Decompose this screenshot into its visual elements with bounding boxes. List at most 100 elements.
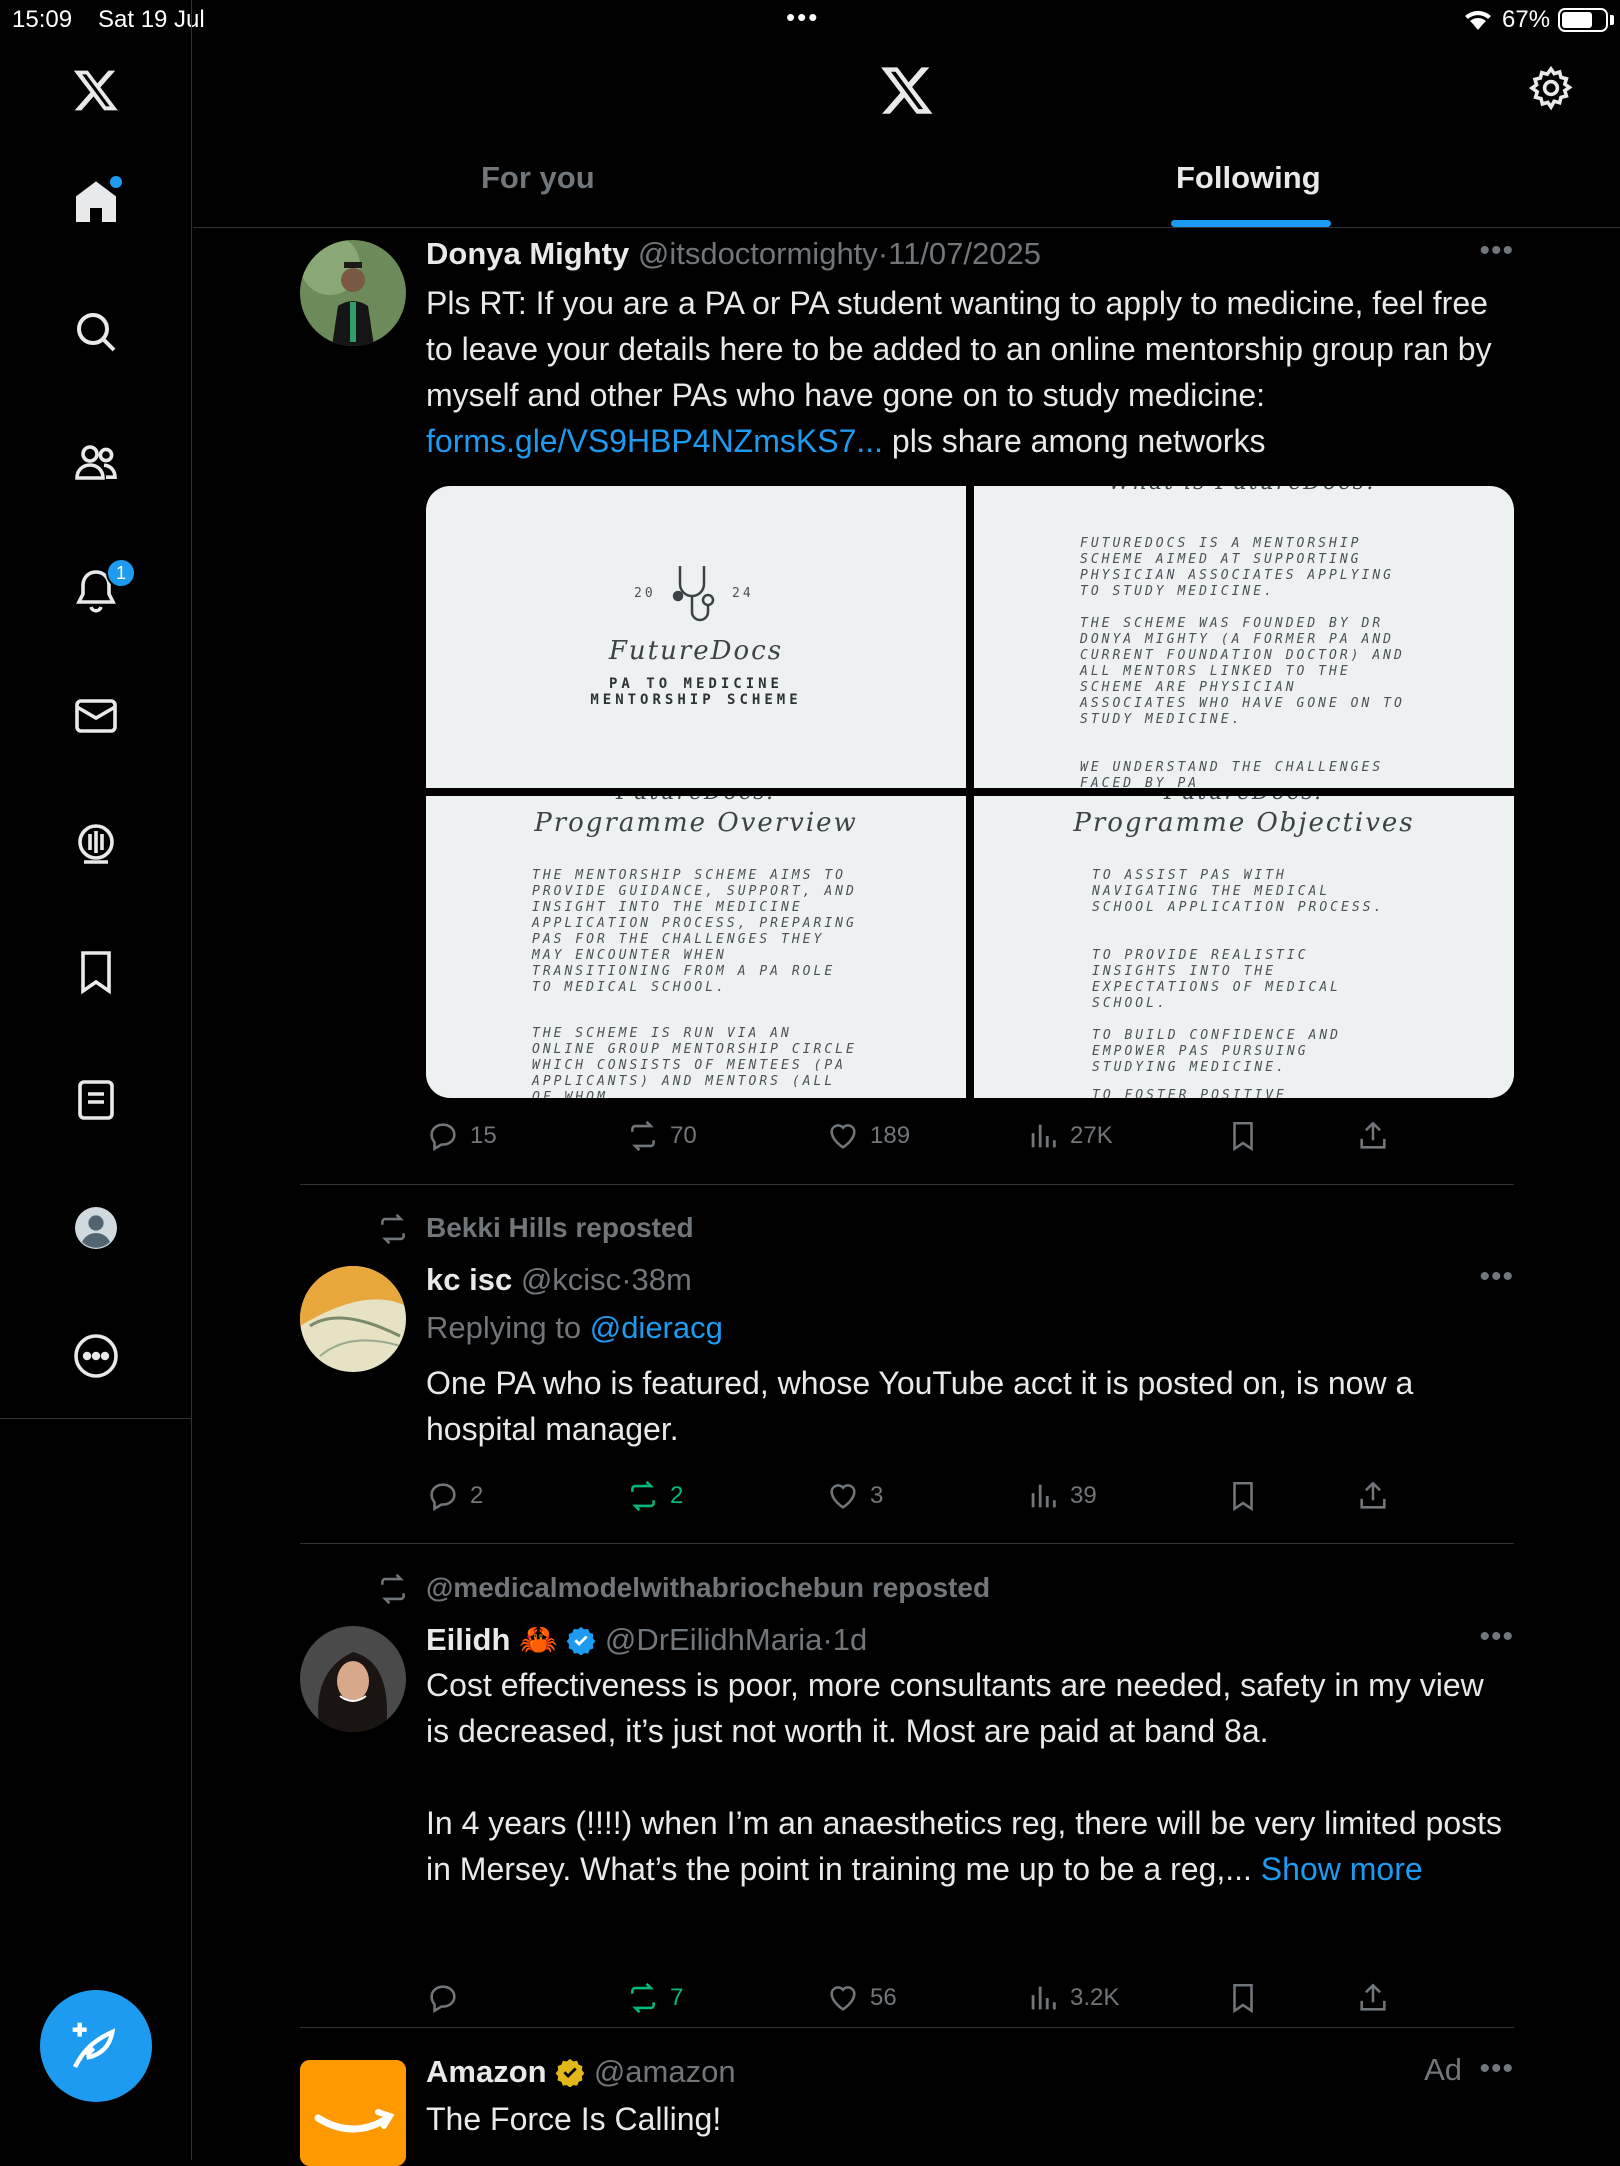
settings-gear-icon[interactable] bbox=[1527, 64, 1575, 112]
handle[interactable]: @kcisc bbox=[521, 1262, 621, 1297]
display-name[interactable]: Donya Mighty bbox=[426, 236, 629, 271]
tweet-media-grid[interactable]: 20 24 FutureDocs PA TO MEDICINE MENTORSH… bbox=[426, 486, 1514, 1098]
handle[interactable]: @DrEilidhMaria bbox=[605, 1622, 823, 1657]
tweet-more-icon[interactable]: ••• bbox=[1479, 234, 1514, 268]
heart-icon bbox=[830, 1484, 856, 1509]
reposted-by[interactable]: @medicalmodelwithabriochebun reposted bbox=[426, 1572, 990, 1604]
handle[interactable]: @itsdoctormighty bbox=[638, 236, 878, 271]
heart-icon bbox=[830, 1986, 856, 2011]
share-button[interactable] bbox=[1356, 1978, 1390, 2018]
bookmark-button[interactable] bbox=[1226, 1116, 1260, 1156]
reposted-by[interactable]: Bekki Hills reposted bbox=[426, 1212, 694, 1244]
reply-icon bbox=[430, 1483, 456, 1512]
reply-icon bbox=[430, 1123, 456, 1152]
display-name[interactable]: Amazon bbox=[426, 2054, 547, 2089]
share-icon bbox=[1360, 1121, 1386, 1149]
tweet-link[interactable]: forms.gle/VS9HBP4NZmsKS7... bbox=[426, 423, 883, 459]
reply-button[interactable]: 15 bbox=[426, 1116, 497, 1156]
more-options-icon[interactable] bbox=[66, 1326, 126, 1386]
tweet-actions: 2 2 3 39 bbox=[426, 1476, 1426, 1516]
display-name[interactable]: Eilidh bbox=[426, 1622, 510, 1657]
tweet-text: One PA who is featured, whose YouTube ac… bbox=[426, 1365, 1414, 1447]
repost-button[interactable]: 2 bbox=[626, 1476, 683, 1516]
timestamp[interactable]: 1d bbox=[833, 1622, 867, 1657]
divider bbox=[300, 1184, 1514, 1185]
search-icon[interactable] bbox=[66, 302, 126, 362]
bookmark-icon bbox=[1233, 1481, 1253, 1512]
replying-to-link[interactable]: @dieracg bbox=[590, 1310, 723, 1345]
views-button[interactable]: 27K bbox=[1026, 1116, 1113, 1156]
repost-icon bbox=[631, 1120, 655, 1152]
tweet[interactable]: Amazon @amazon ••• The Force Is Calling!… bbox=[300, 2050, 1514, 2166]
replying-to: Replying to @dieracg bbox=[426, 1310, 723, 1345]
x-logo-icon[interactable] bbox=[66, 60, 126, 120]
stethoscope-icon bbox=[672, 566, 715, 622]
tweet-text: The Force Is Calling! bbox=[426, 2101, 722, 2137]
bookmark-button[interactable] bbox=[1226, 1476, 1260, 1516]
tweet-more-icon[interactable]: ••• bbox=[1479, 1260, 1514, 1294]
profile-icon[interactable] bbox=[66, 1198, 126, 1258]
views-icon bbox=[1031, 1124, 1056, 1148]
divider bbox=[300, 1543, 1514, 1544]
like-button[interactable]: 56 bbox=[826, 1978, 897, 2018]
repost-icon bbox=[381, 1213, 405, 1245]
repost-button[interactable]: 70 bbox=[626, 1116, 697, 1156]
verified-badge-icon[interactable] bbox=[566, 1625, 596, 1656]
bookmark-button[interactable] bbox=[1226, 1978, 1260, 2018]
avatar[interactable] bbox=[300, 240, 406, 346]
share-button[interactable] bbox=[1356, 1116, 1390, 1156]
share-icon bbox=[1360, 1481, 1386, 1509]
repost-icon bbox=[381, 1573, 405, 1605]
tweet[interactable]: Donya Mighty @itsdoctormighty·11/07/2025… bbox=[300, 234, 1514, 1152]
reply-button[interactable] bbox=[426, 1978, 470, 2018]
tweet[interactable]: Bekki Hills reposted kc isc @kcisc·38m •… bbox=[300, 1210, 1514, 1530]
bookmark-icon bbox=[1233, 1983, 1253, 2014]
active-tab-indicator bbox=[1171, 220, 1331, 227]
media-image-1[interactable]: 20 24 FutureDocs PA TO MEDICINE MENTORSH… bbox=[426, 486, 966, 788]
views-button[interactable]: 39 bbox=[1026, 1476, 1097, 1516]
repost-icon bbox=[631, 1480, 655, 1512]
share-button[interactable] bbox=[1356, 1476, 1390, 1516]
reply-button[interactable]: 2 bbox=[426, 1476, 483, 1516]
tweet[interactable]: @medicalmodelwithabriochebun reposted Ei… bbox=[300, 1570, 1514, 2014]
timeline-header: For you Following bbox=[193, 0, 1620, 228]
tweet-more-icon[interactable]: ••• bbox=[1479, 2052, 1514, 2086]
media-image-3[interactable]: FutureDocs: Programme Overview THE MENTO… bbox=[426, 796, 966, 1098]
divider bbox=[300, 2027, 1514, 2028]
communities-icon[interactable] bbox=[66, 432, 126, 492]
avatar[interactable] bbox=[300, 1266, 406, 1372]
grok-icon[interactable] bbox=[66, 814, 126, 874]
tweet-actions: 15 70 189 27K bbox=[426, 1116, 1426, 1156]
notifications-badge: 1 bbox=[106, 558, 136, 588]
tweet-more-icon[interactable]: ••• bbox=[1479, 1620, 1514, 1654]
messages-icon[interactable] bbox=[66, 686, 126, 746]
show-more-link[interactable]: Show more bbox=[1261, 1851, 1423, 1887]
tweet-text: Pls RT: If you are a PA or PA student wa… bbox=[426, 285, 1492, 459]
bookmarks-icon[interactable] bbox=[66, 942, 126, 1002]
ad-label: Ad bbox=[1424, 2052, 1462, 2087]
amazon-logo-icon[interactable] bbox=[300, 2060, 406, 2166]
views-button[interactable]: 3.2K bbox=[1026, 1978, 1119, 2018]
views-icon bbox=[1031, 1986, 1056, 2010]
notifications-icon[interactable]: 1 bbox=[66, 558, 136, 620]
x-logo-icon[interactable] bbox=[879, 62, 935, 118]
repost-button[interactable]: 7 bbox=[626, 1978, 683, 2018]
verified-gold-badge-icon[interactable] bbox=[555, 2057, 585, 2088]
like-button[interactable]: 3 bbox=[826, 1476, 883, 1516]
media-image-2[interactable]: What is FutureDocs? FUTUREDOCS IS A MENT… bbox=[974, 486, 1514, 788]
display-name[interactable]: kc isc bbox=[426, 1262, 512, 1297]
share-icon bbox=[1360, 1983, 1386, 2011]
media-image-4[interactable]: FutureDocs: Programme Objectives TO ASSI… bbox=[974, 796, 1514, 1098]
tab-for-you[interactable]: For you bbox=[481, 160, 595, 196]
timestamp[interactable]: 38m bbox=[632, 1262, 692, 1297]
like-button[interactable]: 189 bbox=[826, 1116, 910, 1156]
compose-post-button[interactable] bbox=[40, 1990, 152, 2102]
home-icon[interactable] bbox=[66, 172, 126, 232]
timestamp[interactable]: 11/07/2025 bbox=[888, 236, 1041, 271]
views-icon bbox=[1031, 1484, 1056, 1508]
avatar[interactable] bbox=[300, 1626, 406, 1732]
sidebar: 1 bbox=[0, 0, 192, 2160]
handle[interactable]: @amazon bbox=[594, 2054, 736, 2089]
tab-following[interactable]: Following bbox=[1176, 160, 1321, 196]
articles-icon[interactable] bbox=[66, 1070, 126, 1130]
